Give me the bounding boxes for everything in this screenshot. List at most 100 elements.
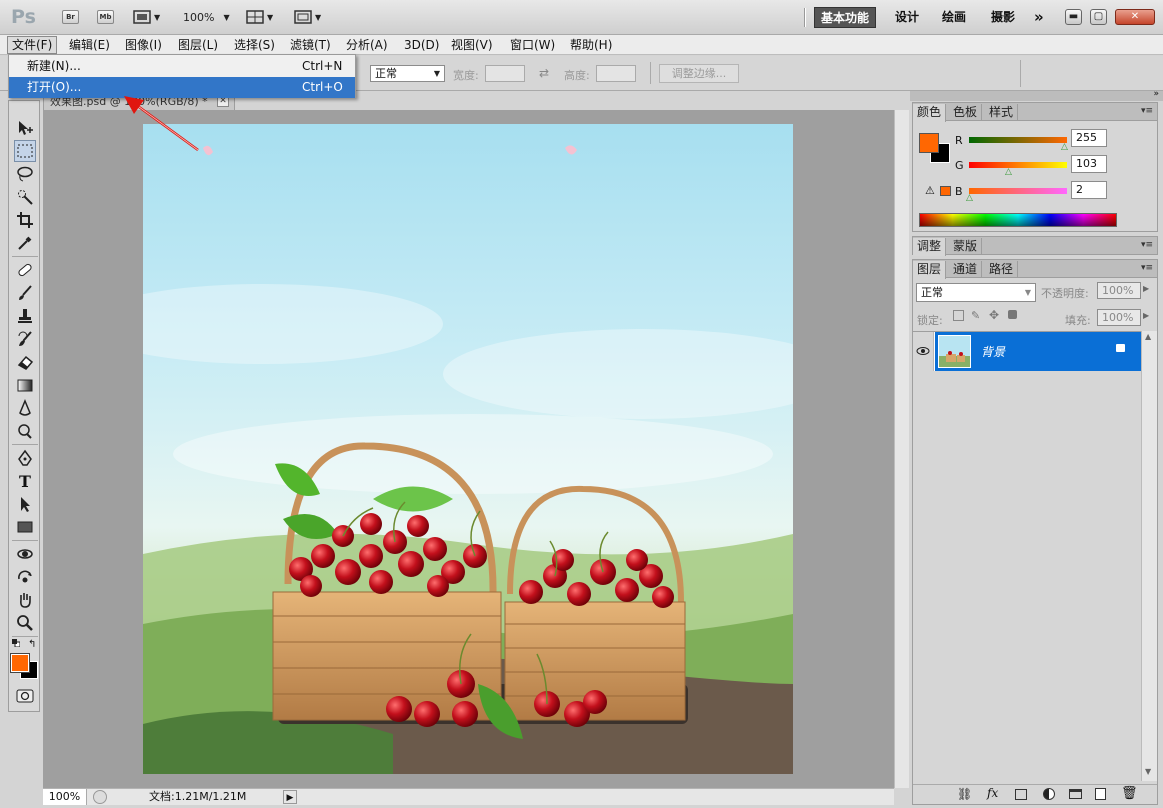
- layer-visibility-toggle[interactable]: [913, 332, 934, 371]
- move-tool-icon[interactable]: [14, 117, 36, 139]
- minimize-button[interactable]: ▬: [1065, 9, 1082, 25]
- maximize-button[interactable]: ▢: [1090, 9, 1107, 25]
- swap-colors-icon[interactable]: ↰: [28, 639, 36, 650]
- lasso-tool-icon[interactable]: [14, 163, 36, 185]
- document-canvas[interactable]: [143, 124, 793, 774]
- screen-mode-button[interactable]: ▼: [294, 8, 321, 26]
- adjustment-layer-icon[interactable]: [1043, 788, 1055, 800]
- link-layers-icon[interactable]: ⛓: [957, 787, 972, 801]
- bridge-button[interactable]: Br: [62, 10, 79, 24]
- workspace-design[interactable]: 设计: [889, 7, 925, 28]
- quick-mask-icon[interactable]: [14, 685, 36, 707]
- tab-adjustments[interactable]: 调整: [913, 238, 947, 256]
- height-input[interactable]: [596, 65, 636, 82]
- opacity-input[interactable]: 100%: [1097, 282, 1141, 299]
- tab-paths[interactable]: 路径: [985, 261, 1019, 278]
- tab-color[interactable]: 颜色: [913, 104, 947, 122]
- status-zoom-field[interactable]: 100%: [43, 789, 87, 805]
- pen-tool-icon[interactable]: [14, 447, 36, 469]
- foreground-color-swatch[interactable]: [10, 653, 30, 673]
- view-extras-button[interactable]: ▼: [133, 8, 160, 26]
- slider-b[interactable]: [969, 188, 1067, 194]
- brush-tool-icon[interactable]: [14, 282, 36, 304]
- status-info-icon[interactable]: [93, 790, 107, 804]
- layer-row[interactable]: 背景: [935, 332, 1141, 371]
- slider-g[interactable]: [969, 162, 1067, 168]
- lock-all-icon[interactable]: [1008, 310, 1017, 319]
- workspace-essentials[interactable]: 基本功能: [814, 7, 877, 28]
- menu-view[interactable]: 视图(V): [447, 36, 497, 54]
- gradient-tool-icon[interactable]: [14, 374, 36, 396]
- 3d-rotate-tool-icon[interactable]: [14, 543, 36, 565]
- menu-3d[interactable]: 3D(D): [400, 36, 443, 54]
- swap-icon[interactable]: ⇄: [539, 66, 549, 80]
- panel-dock-header[interactable]: »: [910, 89, 1163, 101]
- menu-window[interactable]: 窗口(W): [506, 36, 559, 54]
- foreground-swatch[interactable]: [919, 133, 939, 153]
- lock-move-icon[interactable]: ✥: [989, 308, 999, 322]
- default-colors-icon[interactable]: [12, 639, 20, 647]
- crop-tool-icon[interactable]: [14, 209, 36, 231]
- add-mask-icon[interactable]: [1015, 789, 1027, 800]
- hand-tool-icon[interactable]: [14, 589, 36, 611]
- zoom-level-dropdown[interactable]: 100% ▼: [183, 8, 230, 26]
- fill-input[interactable]: 100%: [1097, 309, 1141, 326]
- menu-item-new[interactable]: 新建(N)... Ctrl+N: [9, 56, 355, 77]
- tab-swatches[interactable]: 色板: [949, 104, 983, 121]
- eyedropper-tool-icon[interactable]: [14, 232, 36, 254]
- type-tool-icon[interactable]: T: [14, 470, 36, 492]
- tab-styles[interactable]: 样式: [985, 104, 1019, 121]
- rectangular-marquee-tool-icon[interactable]: [14, 140, 36, 162]
- slider-r-thumb[interactable]: △: [1061, 142, 1068, 152]
- menu-image[interactable]: 图像(I): [121, 36, 166, 54]
- more-workspaces-icon[interactable]: »: [1028, 7, 1050, 28]
- zoom-tool-icon[interactable]: [14, 612, 36, 634]
- workspace-painting[interactable]: 绘画: [936, 7, 972, 28]
- chevron-right-icon[interactable]: ▶: [1143, 284, 1149, 293]
- chevron-right-icon[interactable]: ▶: [1143, 311, 1149, 320]
- value-g[interactable]: 103: [1071, 155, 1107, 173]
- fx-icon[interactable]: fx: [987, 786, 998, 800]
- value-b[interactable]: 2: [1071, 181, 1107, 199]
- lock-transparent-icon[interactable]: [953, 310, 964, 321]
- menu-analysis[interactable]: 分析(A): [342, 36, 392, 54]
- panel-menu-icon[interactable]: ▾≡: [1141, 106, 1153, 116]
- clone-stamp-tool-icon[interactable]: [14, 305, 36, 327]
- refine-edge-button[interactable]: 调整边缘...: [659, 64, 739, 83]
- panel-menu-icon[interactable]: ▾≡: [1141, 240, 1153, 250]
- vertical-scrollbar[interactable]: [894, 110, 909, 788]
- menu-filter[interactable]: 滤镜(T): [286, 36, 335, 54]
- path-selection-tool-icon[interactable]: [14, 493, 36, 515]
- dodge-tool-icon[interactable]: [14, 420, 36, 442]
- history-brush-tool-icon[interactable]: [14, 328, 36, 350]
- slider-g-thumb[interactable]: △: [1005, 167, 1012, 177]
- lock-paint-icon[interactable]: ✎: [971, 309, 980, 322]
- gamut-color-swatch[interactable]: [940, 186, 951, 196]
- close-button[interactable]: ✕: [1115, 9, 1155, 25]
- panel-menu-icon[interactable]: ▾≡: [1141, 263, 1153, 273]
- eraser-tool-icon[interactable]: [14, 351, 36, 373]
- rectangle-tool-icon[interactable]: [14, 516, 36, 538]
- status-menu-arrow-icon[interactable]: ▶: [283, 790, 297, 804]
- value-r[interactable]: 255: [1071, 129, 1107, 147]
- menu-file[interactable]: 文件(F): [7, 36, 58, 54]
- style-dropdown[interactable]: 正常 ▼: [370, 65, 445, 82]
- menu-edit[interactable]: 编辑(E): [65, 36, 114, 54]
- 3d-orbit-tool-icon[interactable]: [14, 566, 36, 588]
- gamut-warning-icon[interactable]: ⚠: [925, 184, 935, 197]
- menu-layer[interactable]: 图层(L): [174, 36, 222, 54]
- menu-select[interactable]: 选择(S): [230, 36, 279, 54]
- width-input[interactable]: [485, 65, 525, 82]
- layer-name[interactable]: 背景: [981, 343, 1005, 360]
- healing-brush-tool-icon[interactable]: [14, 259, 36, 281]
- color-ramp[interactable]: [919, 213, 1117, 227]
- delete-layer-icon[interactable]: 🗑: [1121, 786, 1138, 801]
- tab-channels[interactable]: 通道: [949, 261, 983, 278]
- mini-bridge-button[interactable]: Mb: [97, 10, 114, 24]
- blur-tool-icon[interactable]: [14, 397, 36, 419]
- new-group-icon[interactable]: [1069, 789, 1082, 799]
- blend-mode-dropdown[interactable]: 正常 ▼: [916, 283, 1036, 302]
- menu-help[interactable]: 帮助(H): [566, 36, 616, 54]
- new-layer-icon[interactable]: [1095, 788, 1106, 800]
- tab-masks[interactable]: 蒙版: [949, 238, 983, 255]
